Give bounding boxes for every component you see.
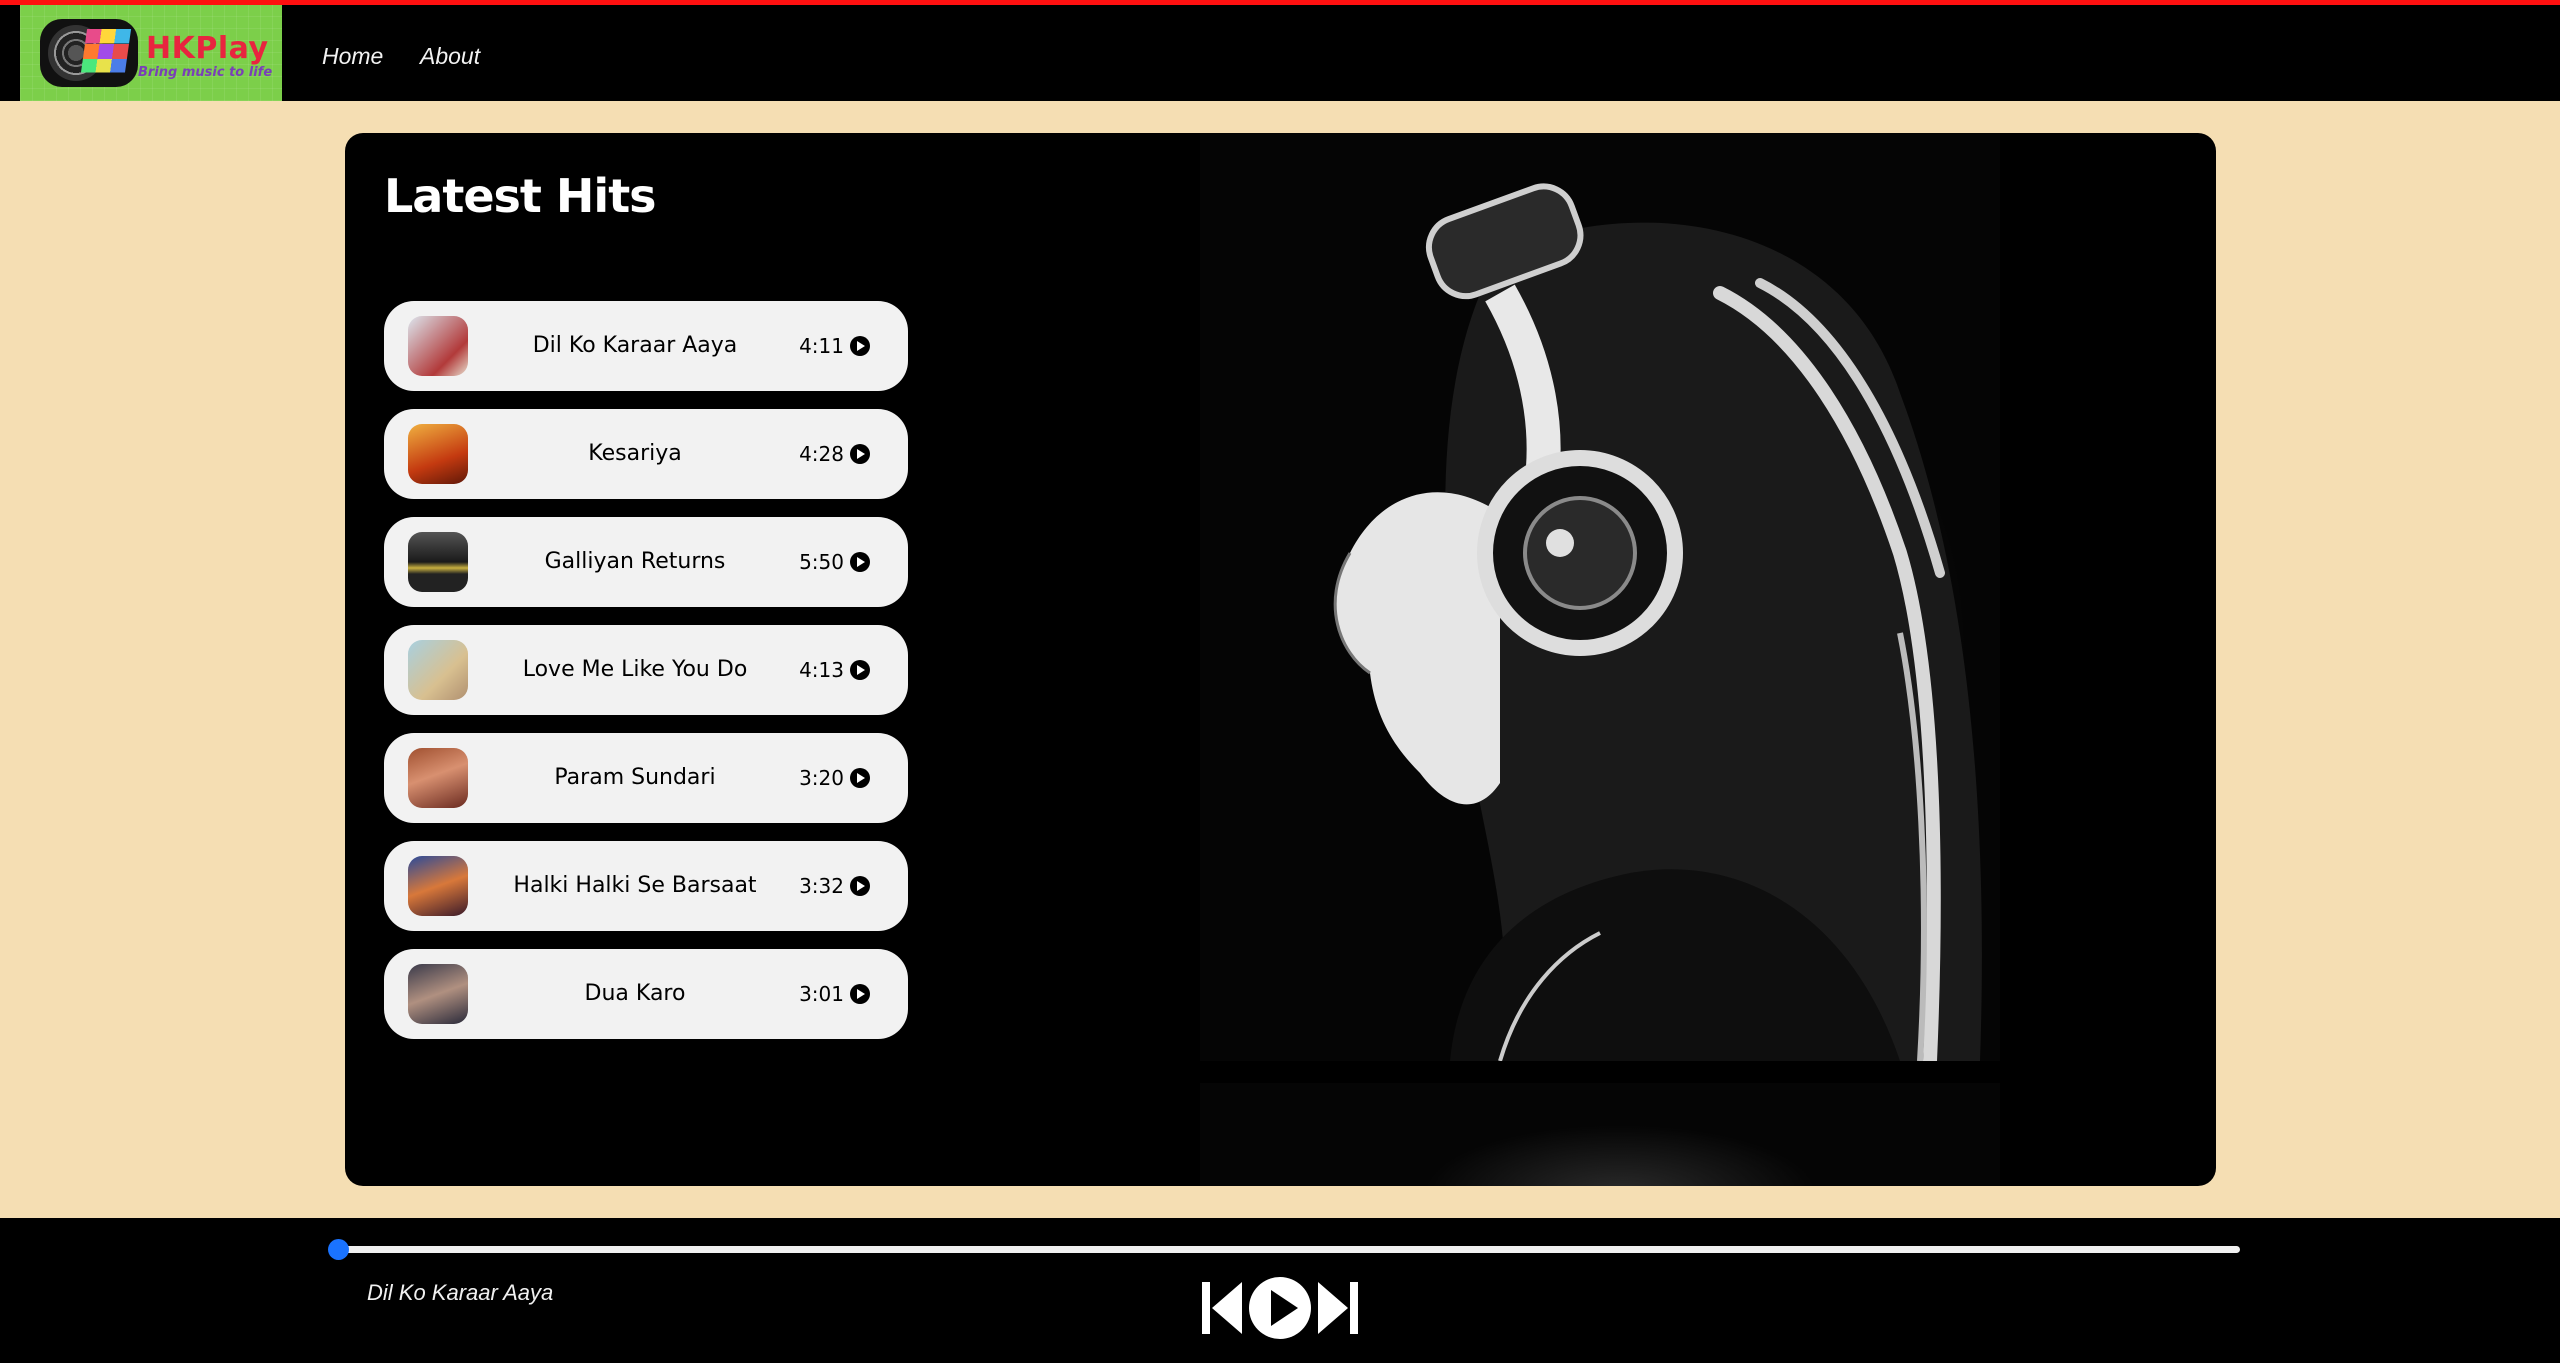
song-cover-image xyxy=(408,532,468,592)
song-cover-image xyxy=(408,640,468,700)
color-grid-icon xyxy=(80,29,132,73)
brand-tagline: Bring music to life xyxy=(138,65,273,80)
song-title: Galliyan Returns xyxy=(544,549,726,574)
song-cover-image xyxy=(408,856,468,916)
songs-panel: Latest Hits Dil Ko Karaar Aaya 4:11 Kesa… xyxy=(345,133,2216,1186)
song-list: Dil Ko Karaar Aaya 4:11 Kesariya 4:28 Ga… xyxy=(384,301,908,1057)
song-item[interactable]: Love Me Like You Do 4:13 xyxy=(384,625,908,715)
song-item[interactable]: Param Sundari 3:20 xyxy=(384,733,908,823)
song-title: Halki Halki Se Barsaat xyxy=(513,873,757,898)
top-navbar: HKPlay Bring music to life Home About xyxy=(0,0,2560,101)
song-item[interactable]: Halki Halki Se Barsaat 3:32 xyxy=(384,841,908,931)
music-player-bar: Dil Ko Karaar Aaya xyxy=(0,1218,2560,1363)
previous-track-icon[interactable] xyxy=(1200,1278,1244,1338)
nav-link-about[interactable]: About xyxy=(420,43,480,70)
song-duration: 4:28 xyxy=(799,442,844,466)
song-duration: 4:11 xyxy=(799,334,844,358)
play-circle-icon[interactable] xyxy=(850,984,870,1004)
song-duration: 5:50 xyxy=(799,550,844,574)
song-title: Kesariya xyxy=(588,441,682,466)
next-track-icon[interactable] xyxy=(1316,1278,1360,1338)
now-playing-title: Dil Ko Karaar Aaya xyxy=(367,1280,554,1305)
song-item[interactable]: Dua Karo 3:01 xyxy=(384,949,908,1039)
section-title: Latest Hits xyxy=(384,169,657,223)
play-circle-icon[interactable] xyxy=(850,336,870,356)
play-circle-icon[interactable] xyxy=(850,660,870,680)
song-item[interactable]: Dil Ko Karaar Aaya 4:11 xyxy=(384,301,908,391)
brand-name: HKPlay xyxy=(146,31,269,66)
headphones-woman-illustration xyxy=(1333,183,1982,1068)
play-button-icon[interactable] xyxy=(1248,1274,1312,1342)
song-title: Love Me Like You Do xyxy=(522,657,748,682)
song-title: Dua Karo xyxy=(584,981,686,1006)
song-cover-image xyxy=(408,748,468,808)
song-duration: 3:01 xyxy=(799,982,844,1006)
song-cover-image xyxy=(408,424,468,484)
song-duration: 4:13 xyxy=(799,658,844,682)
seek-thumb[interactable] xyxy=(328,1239,349,1260)
song-duration: 3:32 xyxy=(799,874,844,898)
song-title: Param Sundari xyxy=(554,765,716,790)
hero-image-reflection xyxy=(1200,1083,2000,1186)
song-item[interactable]: Kesariya 4:28 xyxy=(384,409,908,499)
play-circle-icon[interactable] xyxy=(850,552,870,572)
play-circle-icon[interactable] xyxy=(850,876,870,896)
hero-image xyxy=(1200,133,2000,1068)
song-title: Dil Ko Karaar Aaya xyxy=(532,333,738,358)
hkplay-logo[interactable]: HKPlay Bring music to life xyxy=(20,5,282,101)
play-circle-icon[interactable] xyxy=(850,768,870,788)
song-duration: 3:20 xyxy=(799,766,844,790)
song-item[interactable]: Galliyan Returns 5:50 xyxy=(384,517,908,607)
nav-link-home[interactable]: Home xyxy=(322,43,383,70)
song-cover-image xyxy=(408,316,468,376)
song-cover-image xyxy=(408,964,468,1024)
play-circle-icon[interactable] xyxy=(850,444,870,464)
seek-bar[interactable] xyxy=(329,1246,2240,1253)
